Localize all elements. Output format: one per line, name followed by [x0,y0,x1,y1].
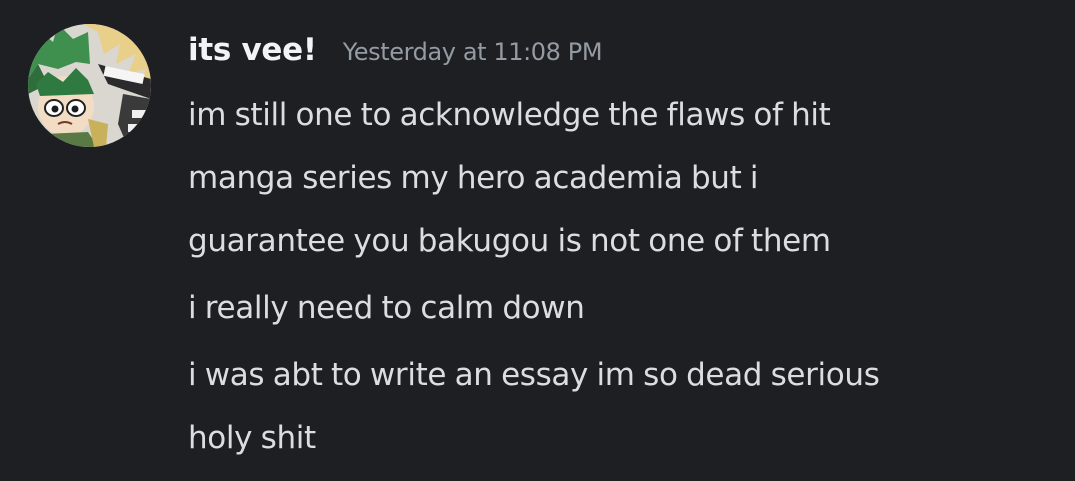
username[interactable]: its vee! [188,32,317,68]
message-text: im still one to acknowledge the flaws of… [188,97,831,259]
message-text: i was abt to write an essay im so dead s… [188,357,880,456]
message-header: its vee! Yesterday at 11:08 PM [188,32,603,68]
message-list: im still one to acknowledge the flaws of… [188,84,1068,470]
message-group: its vee! Yesterday at 11:08 PM im still … [0,0,1075,481]
avatar-illustration-icon [28,24,151,147]
message-text: i really need to calm down [188,290,585,326]
timestamp[interactable]: Yesterday at 11:08 PM [343,38,603,66]
user-avatar[interactable] [28,24,151,147]
